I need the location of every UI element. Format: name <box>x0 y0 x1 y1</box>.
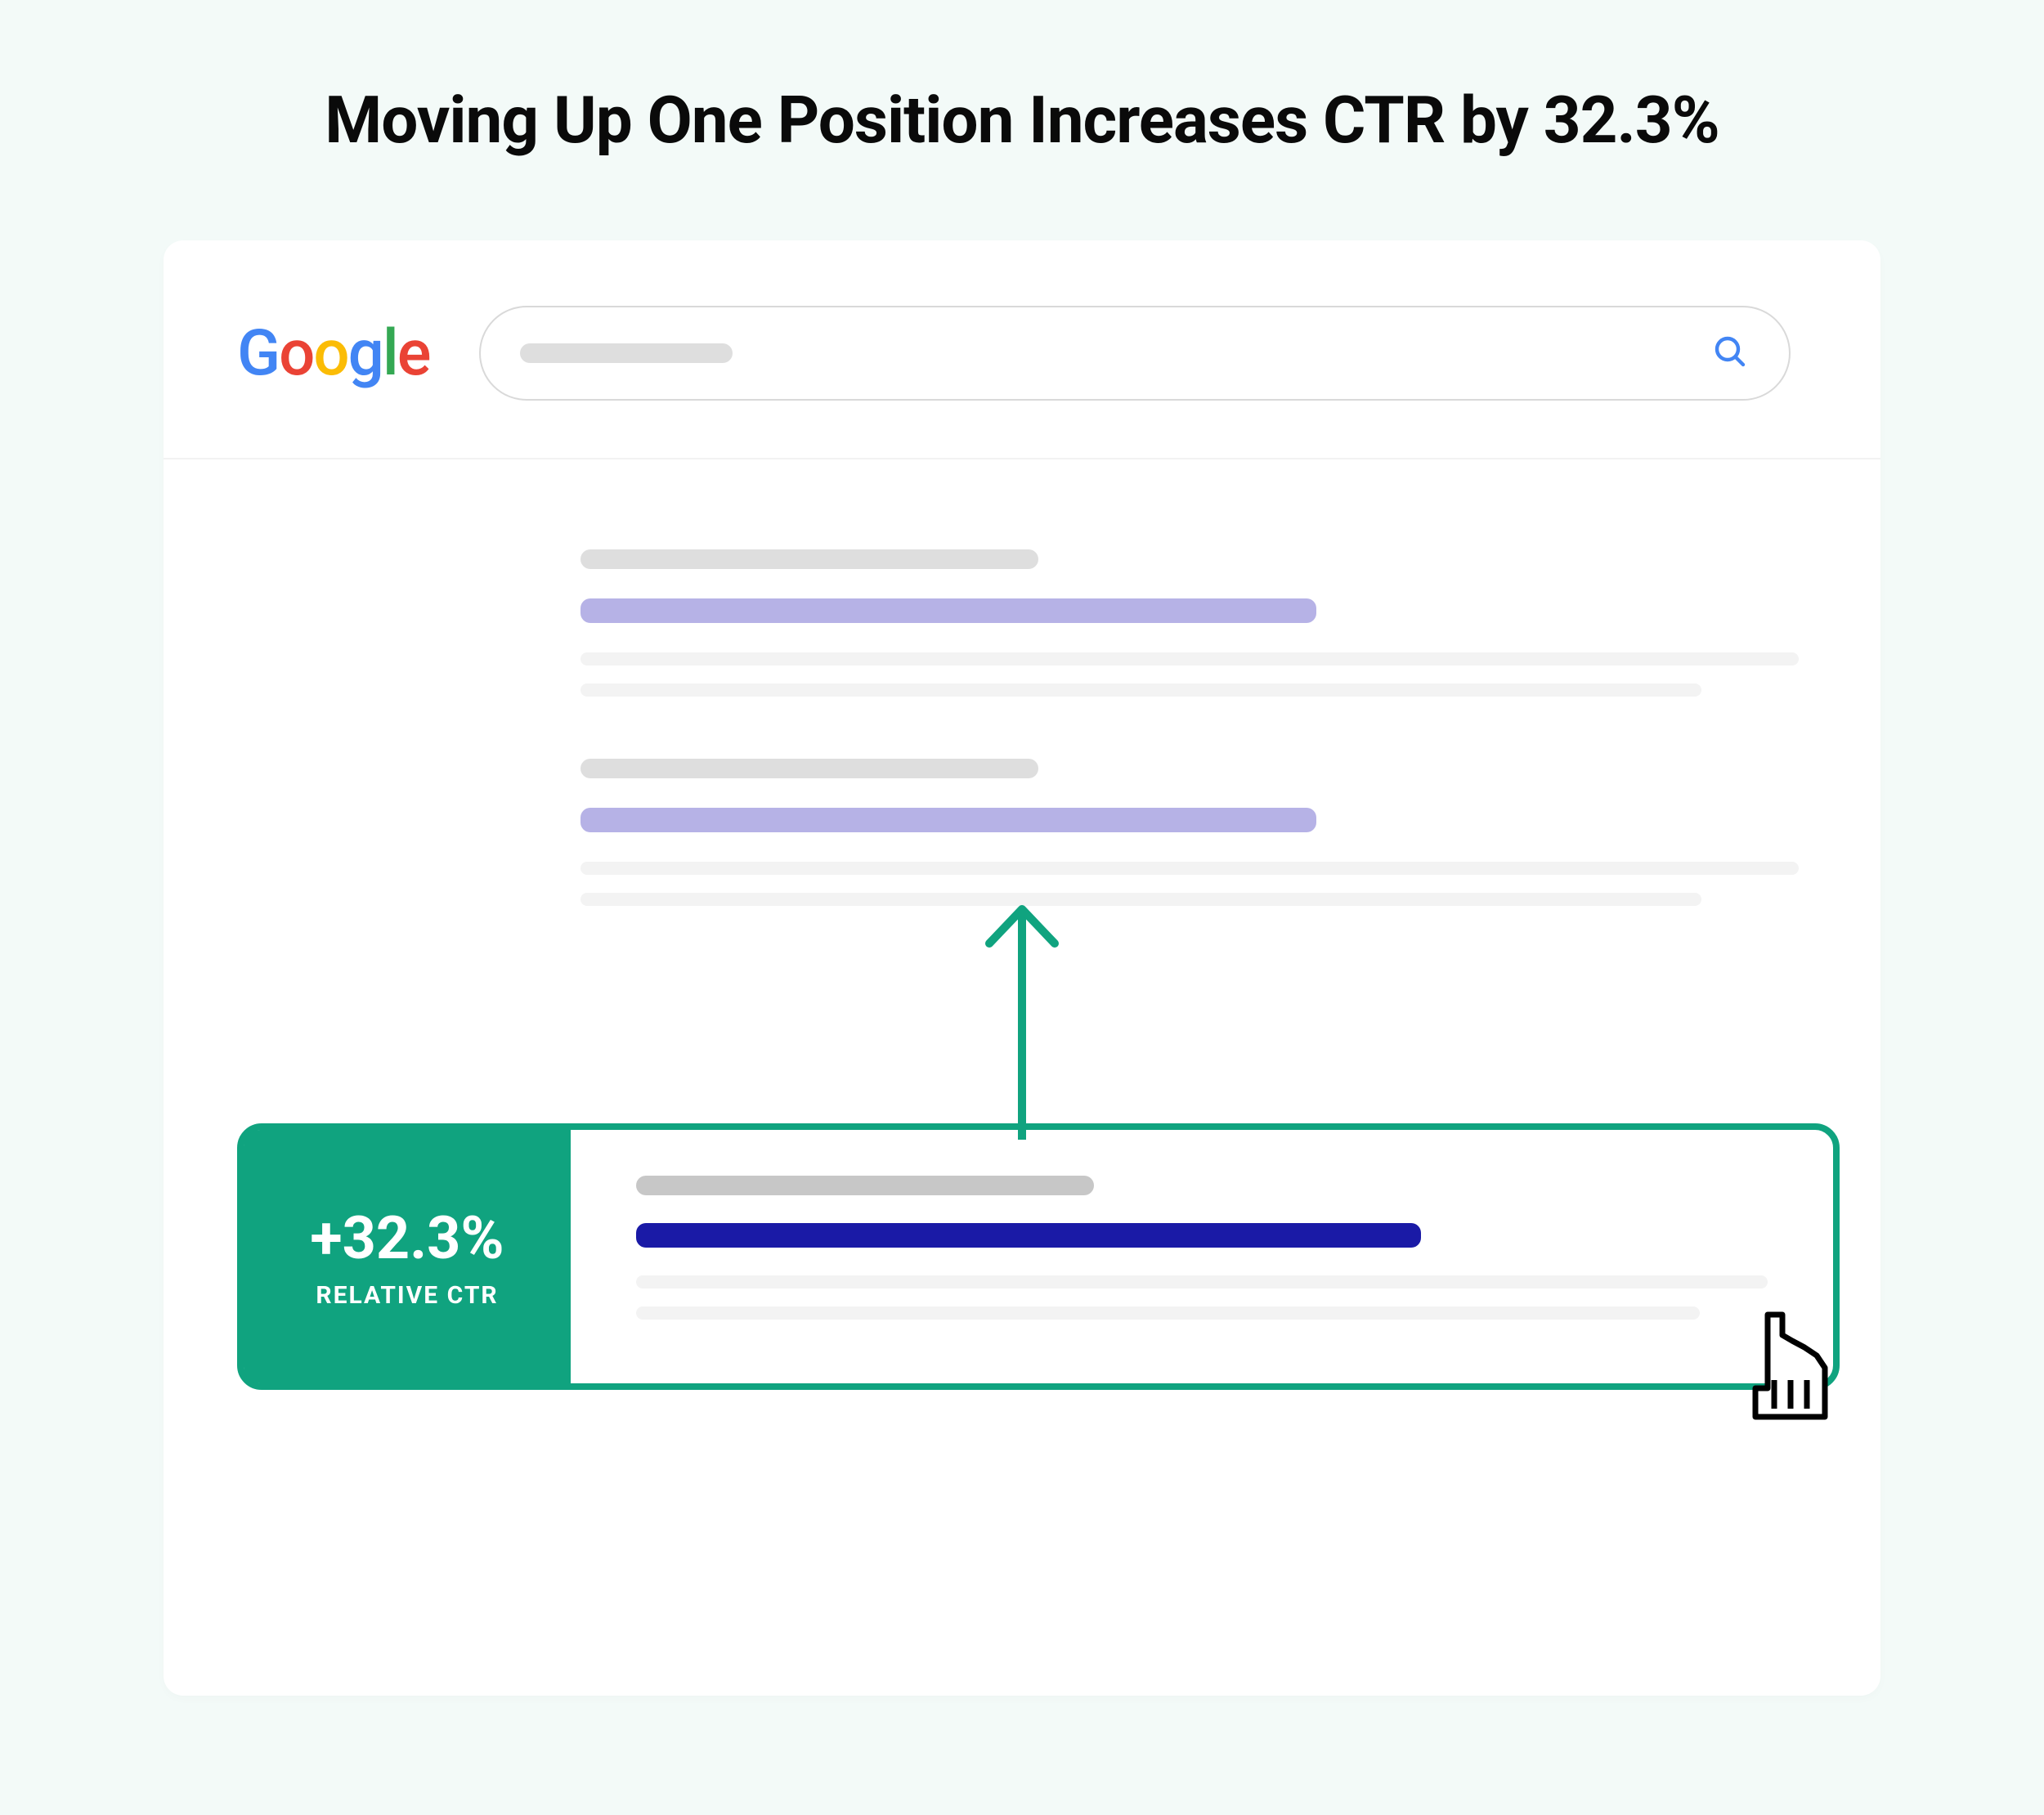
result-desc-skeleton <box>580 652 1799 666</box>
logo-letter: G <box>237 316 279 391</box>
result-url-skeleton <box>580 759 1038 778</box>
result-title-skeleton <box>636 1223 1421 1248</box>
result-desc-skeleton <box>636 1275 1768 1288</box>
result-url-skeleton <box>580 549 1038 569</box>
arrow-up-icon <box>973 894 1071 1143</box>
logo-letter: o <box>313 316 347 391</box>
result-title-skeleton <box>580 598 1316 623</box>
ctr-label: RELATIVE CTR <box>316 1281 498 1310</box>
search-input[interactable] <box>479 306 1791 401</box>
logo-letter: o <box>279 316 313 391</box>
highlighted-result-content <box>571 1130 1833 1383</box>
result-item-1 <box>580 549 1799 697</box>
search-icon[interactable] <box>1710 332 1750 374</box>
highlighted-result: +32.3% RELATIVE CTR <box>237 1123 1840 1390</box>
serp-card: G o o g l e <box>164 240 1880 1696</box>
search-header: G o o g l e <box>164 240 1880 459</box>
logo-letter: l <box>383 316 397 391</box>
result-desc-skeleton <box>580 683 1701 697</box>
logo-letter: e <box>397 316 430 391</box>
result-title-skeleton <box>580 808 1316 832</box>
result-item-2 <box>580 759 1799 906</box>
page-title: Moving Up One Position Increases CTR by … <box>164 82 1880 159</box>
cursor-pointer-icon <box>1727 1290 1858 1441</box>
ctr-percentage: +32.3% <box>310 1203 504 1273</box>
result-desc-skeleton <box>636 1306 1700 1320</box>
result-url-skeleton <box>636 1176 1094 1195</box>
result-desc-skeleton <box>580 893 1701 906</box>
ctr-badge: +32.3% RELATIVE CTR <box>244 1130 571 1383</box>
result-desc-skeleton <box>580 862 1799 875</box>
logo-letter: g <box>348 316 383 391</box>
search-placeholder-skeleton <box>520 343 733 363</box>
google-logo: G o o g l e <box>237 316 430 391</box>
